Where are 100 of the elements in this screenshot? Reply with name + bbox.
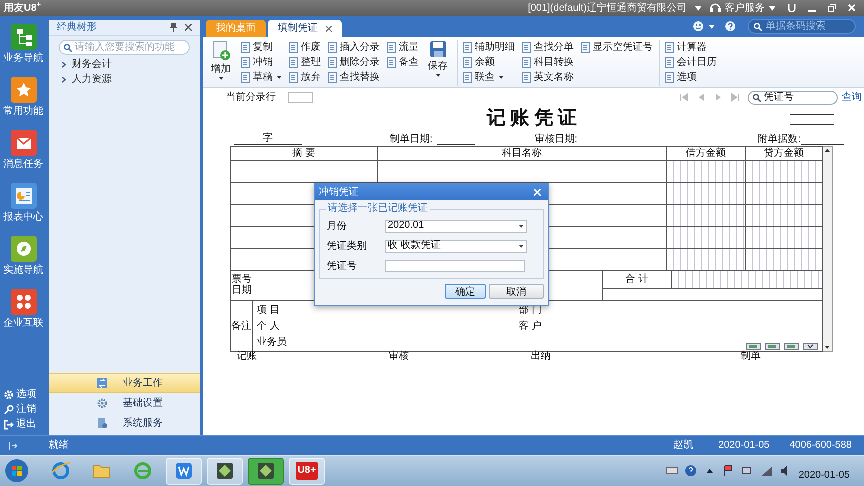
flag-icon[interactable] — [722, 465, 735, 477]
u-shape-icon[interactable] — [788, 4, 796, 12]
dialog-button[interactable]: 确定 — [445, 284, 486, 299]
collapsed-chevron-icon[interactable] — [61, 76, 67, 82]
panel-title: 经典树形 — [57, 20, 98, 35]
pin-icon[interactable] — [170, 23, 177, 32]
toolbar-button[interactable]: 查找分单 — [521, 40, 574, 55]
restore-icon[interactable] — [828, 4, 836, 12]
caret-icon[interactable] — [519, 244, 524, 248]
start-button-icon[interactable] — [5, 459, 29, 483]
nav-item[interactable]: 常用功能 — [4, 107, 44, 117]
image-icon[interactable] — [746, 343, 761, 350]
search-field[interactable]: 单据条码搜索 — [748, 19, 856, 34]
toolbar-button[interactable]: 增加 — [208, 40, 234, 85]
keyboard-icon[interactable] — [666, 465, 678, 477]
help-icon[interactable] — [684, 465, 697, 477]
section-tab[interactable]: 基础设置 — [49, 393, 200, 413]
close-icon[interactable] — [185, 24, 192, 31]
toolbar-button[interactable]: 会计日历 — [664, 55, 717, 70]
toolbar-button[interactable]: 删除分录 — [327, 55, 380, 70]
compass-icon[interactable] — [10, 236, 36, 262]
section-tab[interactable]: 业务工作 — [49, 373, 200, 393]
signal-icon[interactable] — [760, 465, 773, 477]
toolbar-button[interactable]: 复制 — [240, 40, 282, 55]
caret-icon[interactable] — [218, 77, 224, 80]
toolbar-button[interactable]: 联查 — [462, 70, 515, 85]
toolbar-button[interactable]: 显示空凭证号 — [580, 40, 653, 55]
toolbar-button[interactable]: 草稿 — [240, 70, 282, 85]
toolbar-button[interactable]: 流量 — [386, 40, 419, 55]
help-icon[interactable] — [725, 21, 736, 32]
search-field[interactable]: 凭证号 — [748, 90, 838, 104]
toolbar-button[interactable]: 英文名称 — [521, 70, 574, 85]
toolbar-button[interactable]: 科目转换 — [521, 55, 574, 70]
image-icon[interactable] — [765, 343, 780, 350]
caret-icon[interactable] — [277, 76, 282, 79]
toolbar-button[interactable]: 备查 — [386, 55, 419, 70]
user-name: 赵凯 — [674, 438, 694, 453]
field-label: 项 目 — [257, 305, 280, 317]
toolbar-button[interactable]: 整理 — [288, 55, 321, 70]
network-icon[interactable] — [742, 465, 754, 477]
scroll-down-icon[interactable] — [825, 346, 830, 349]
toolbar-button[interactable]: 选项 — [664, 70, 717, 85]
toolbar-button[interactable]: 计算器 — [664, 40, 717, 55]
collapsed-chevron-icon[interactable] — [61, 62, 67, 68]
close-icon[interactable] — [326, 26, 332, 32]
taskbar-button[interactable]: U8+ — [289, 458, 325, 484]
tree-item[interactable]: 财务会计 — [72, 57, 112, 72]
toolbar-button[interactable]: 冲销 — [240, 55, 282, 70]
headset-icon[interactable] — [710, 3, 721, 13]
tree-item[interactable]: 人力资源 — [72, 72, 112, 87]
toolbar-button[interactable]: 插入分录 — [327, 40, 380, 55]
toolbar-button[interactable]: 作废 — [288, 40, 321, 55]
footer-link[interactable]: 注销 — [16, 405, 36, 415]
caret-icon[interactable] — [769, 6, 776, 10]
envelope-icon[interactable] — [10, 130, 36, 156]
dropdown-field[interactable]: 2020.01 — [385, 220, 527, 232]
tree-chart-icon[interactable] — [10, 24, 36, 50]
caret-icon[interactable] — [499, 76, 504, 79]
toolbar-button[interactable]: 辅助明细 — [462, 40, 515, 55]
taskbar-button[interactable] — [248, 458, 284, 484]
toolbar-button[interactable]: 保存 — [425, 40, 451, 85]
column-header: 借方金额 — [667, 147, 746, 160]
document-icon — [664, 42, 675, 53]
nav-item[interactable]: 报表中心 — [4, 213, 44, 223]
toolbar-button[interactable]: 查找替换 — [327, 70, 380, 85]
search-field[interactable]: 请输入您要搜索的功能 — [59, 40, 190, 55]
caret-icon[interactable] — [695, 6, 702, 10]
field-label: 票号 — [232, 274, 252, 285]
scrollbar[interactable] — [823, 146, 833, 352]
expand-icon[interactable] — [9, 442, 18, 450]
nav-item[interactable]: 企业互联 — [4, 319, 44, 329]
field-label: 月份 — [327, 220, 348, 234]
nav-item[interactable]: 消息任务 — [4, 160, 44, 170]
dropdown-field[interactable]: 收 收款凭证 — [385, 240, 527, 252]
tab[interactable]: 填制凭证 — [268, 20, 342, 37]
caret-icon[interactable] — [436, 74, 440, 77]
input-field[interactable] — [288, 92, 313, 103]
nav-item[interactable]: 业务导航 — [4, 54, 44, 64]
section-tab[interactable]: 系统服务 — [49, 413, 200, 433]
dots-icon[interactable] — [10, 289, 36, 315]
report-icon[interactable] — [10, 183, 36, 209]
footer-link[interactable]: 退出 — [16, 420, 36, 430]
caret-icon[interactable] — [519, 224, 524, 228]
nav-item[interactable]: 实施导航 — [4, 266, 44, 276]
exit-icon[interactable] — [4, 420, 14, 430]
query-link[interactable]: 查询 — [842, 90, 862, 105]
scroll-up-icon[interactable] — [825, 149, 830, 152]
field-label: 出纳 — [531, 352, 552, 364]
toolbar-button[interactable]: 余额 — [462, 55, 515, 70]
smiley-icon[interactable] — [693, 21, 704, 32]
field-label: 审核 — [389, 352, 410, 364]
document-icon — [240, 57, 251, 68]
key-icon[interactable] — [4, 405, 14, 415]
dialog-button[interactable]: 取消 — [489, 284, 544, 299]
toolbar-button[interactable]: 放弃 — [288, 70, 321, 85]
gear-icon[interactable] — [4, 390, 14, 400]
input-field[interactable] — [385, 260, 525, 272]
footer-link[interactable]: 选项 — [16, 390, 36, 400]
customer-service-menu[interactable]: 客户服务 — [725, 0, 765, 16]
chevron-down-icon[interactable] — [803, 343, 818, 350]
